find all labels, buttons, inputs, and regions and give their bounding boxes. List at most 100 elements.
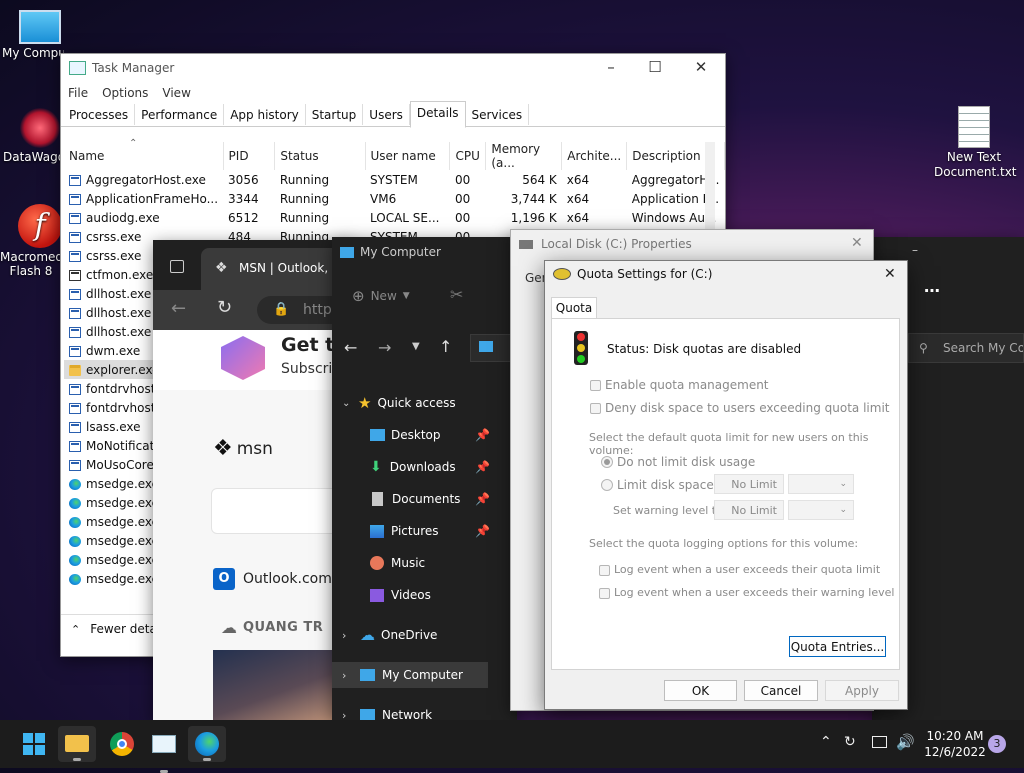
tab-processes[interactable]: Processes (63, 104, 136, 125)
volume-icon[interactable]: 🔊 (896, 733, 915, 751)
star-icon: ★ (358, 394, 372, 412)
edge-browser-window[interactable]: ❖ MSN | Outlook, O ← ↻ 🔒 https Get th Su… (153, 240, 353, 720)
desktop-icon-new-text-document[interactable]: New Text Document.txt (934, 106, 1017, 180)
tab-details[interactable]: Details (409, 101, 466, 128)
tab-quota[interactable]: Quota (551, 297, 597, 320)
deny-disk-space-checkbox[interactable] (590, 403, 601, 414)
network-icon[interactable] (872, 736, 887, 748)
taskbar-file-explorer[interactable] (58, 726, 96, 762)
warning-unit-select[interactable]: ⌄ (788, 500, 854, 520)
taskbar-task-manager[interactable] (150, 730, 178, 773)
minimize-button[interactable]: – (912, 243, 918, 257)
nav-downloads[interactable]: ⬇ Downloads 📌 (332, 454, 492, 480)
close-button[interactable]: ✕ (884, 266, 896, 282)
warning-value-field[interactable]: No Limit (714, 500, 784, 520)
column-header-status[interactable]: Status (274, 142, 366, 170)
nav-pictures[interactable]: Pictures 📌 (332, 518, 492, 544)
refresh-icon[interactable]: ↻ (217, 297, 232, 318)
limit-disk-space-radio[interactable] (601, 479, 613, 491)
taskbar: ⌃ ↻ 🔊 10:20 AM 12/6/2022 3 (0, 720, 1024, 773)
warning-level-label: Set warning level to (613, 504, 723, 517)
cancel-button[interactable]: Cancel (744, 680, 818, 701)
taskbar-chrome[interactable] (108, 730, 136, 758)
nav-documents[interactable]: Documents 📌 (332, 486, 492, 512)
taskbar-edge[interactable] (188, 726, 226, 762)
new-button[interactable]: ⊕ New ▼ (352, 287, 410, 305)
back-arrow-icon[interactable]: ← (344, 338, 357, 357)
maximize-button[interactable]: ☐ (633, 58, 677, 76)
menu-options[interactable]: Options (102, 86, 148, 100)
table-row[interactable]: ApplicationFrameHo... 3344 Running VM6 00 3,7… (64, 189, 725, 208)
msn-logo[interactable]: ❖ msn (213, 436, 273, 461)
close-button[interactable]: ✕ (679, 58, 723, 76)
window-title: Local Disk (C:) Properties (541, 237, 692, 251)
show-hidden-icons[interactable]: ⌃ (820, 734, 832, 750)
quota-entries-button[interactable]: Quota Entries... (789, 636, 886, 657)
column-header-cpu[interactable]: CPU (449, 142, 487, 170)
menu-file[interactable]: File (68, 86, 88, 100)
cut-icon[interactable]: ✂ (450, 285, 463, 304)
column-header-architecture[interactable]: Archite... (561, 142, 628, 170)
edge-icon (69, 497, 81, 509)
flash-icon: f (18, 204, 62, 248)
no-limit-radio[interactable] (601, 456, 613, 468)
nav-desktop[interactable]: Desktop 📌 (332, 422, 492, 448)
search-input[interactable]: ⚲ Search My Com (908, 333, 1024, 363)
tab-users[interactable]: Users (363, 104, 410, 125)
table-row[interactable]: AggregatorHost.exe 3056 Running SYSTEM 00 564… (64, 170, 725, 189)
column-header-memory[interactable]: Memory (a... (485, 142, 563, 170)
network-icon (360, 709, 375, 720)
promo-banner[interactable]: Get th Subscri (153, 330, 353, 390)
enable-quota-checkbox[interactable] (590, 380, 601, 391)
music-icon (370, 556, 384, 570)
nav-my-computer[interactable]: › My Computer (332, 662, 488, 688)
column-header-pid[interactable]: PID (223, 142, 276, 170)
document-icon (372, 492, 383, 506)
notification-badge[interactable]: 3 (988, 735, 1006, 753)
apply-button[interactable]: Apply (825, 680, 899, 701)
weather-widget[interactable]: ☁ QUANG TR (221, 618, 323, 637)
tab-app-history[interactable]: App history (224, 104, 306, 125)
menu-view[interactable]: View (162, 86, 190, 100)
clock[interactable]: 10:20 AM 12/6/2022 (922, 728, 988, 760)
column-header-user[interactable]: User name (365, 142, 451, 170)
dialog-titlebar[interactable]: Quota Settings for (C:) (553, 267, 712, 281)
tab-actions-icon[interactable] (170, 260, 184, 273)
nav-music[interactable]: Music (332, 550, 492, 576)
explorer-titlebar[interactable]: My Computer (340, 245, 441, 259)
ok-button[interactable]: OK (664, 680, 737, 701)
task-manager-titlebar[interactable]: Task Manager – ☐ ✕ (61, 54, 725, 82)
up-arrow-icon[interactable]: ↑ (439, 337, 452, 356)
back-arrow-icon[interactable]: ← (171, 298, 186, 319)
security-icon[interactable]: ↻ (844, 734, 856, 750)
file-explorer-window[interactable]: My Computer ⊕ New ▼ ✂ ← → ▼ ↑ ⌄ ★ Quick … (332, 237, 517, 720)
outlook-link[interactable]: O Outlook.com (213, 568, 332, 590)
tab-performance[interactable]: Performance (135, 104, 225, 125)
desktop-icon-label: Macromedia Flash 8 (0, 250, 62, 278)
nav-videos[interactable]: Videos (332, 582, 492, 608)
log-quota-limit-checkbox[interactable] (599, 565, 610, 576)
properties-titlebar[interactable]: Local Disk (C:) Properties (519, 237, 692, 251)
recent-chevron-icon[interactable]: ▼ (412, 341, 420, 352)
more-options-icon[interactable]: ⋯ (924, 281, 940, 300)
running-indicator (203, 758, 211, 761)
tab-services[interactable]: Services (466, 104, 530, 125)
nav-onedrive[interactable]: › ☁ OneDrive (332, 622, 492, 648)
minimize-button[interactable]: – (589, 58, 633, 76)
nav-network[interactable]: › Network (332, 702, 492, 720)
close-button[interactable]: ✕ (851, 235, 863, 251)
column-header-name[interactable]: Name (64, 142, 224, 170)
start-button[interactable] (20, 730, 48, 758)
limit-value-field[interactable]: No Limit (714, 474, 784, 494)
quota-settings-dialog[interactable]: Quota Settings for (C:) ✕ Quota Status: … (544, 260, 908, 710)
browser-tab-msn[interactable]: ❖ MSN | Outlook, O (201, 248, 353, 290)
task-manager-icon (152, 735, 176, 753)
limit-unit-select[interactable]: ⌄ (788, 474, 854, 494)
nav-quick-access[interactable]: ⌄ ★ Quick access (332, 390, 492, 416)
table-row[interactable]: audiodg.exe 6512 Running LOCAL SE... 00 1,196… (64, 208, 725, 227)
chevron-down-icon: ▼ (402, 291, 410, 301)
tab-startup[interactable]: Startup (306, 104, 364, 125)
process-icon (69, 212, 81, 224)
forward-arrow-icon[interactable]: → (378, 338, 391, 357)
log-warning-level-checkbox[interactable] (599, 588, 610, 599)
